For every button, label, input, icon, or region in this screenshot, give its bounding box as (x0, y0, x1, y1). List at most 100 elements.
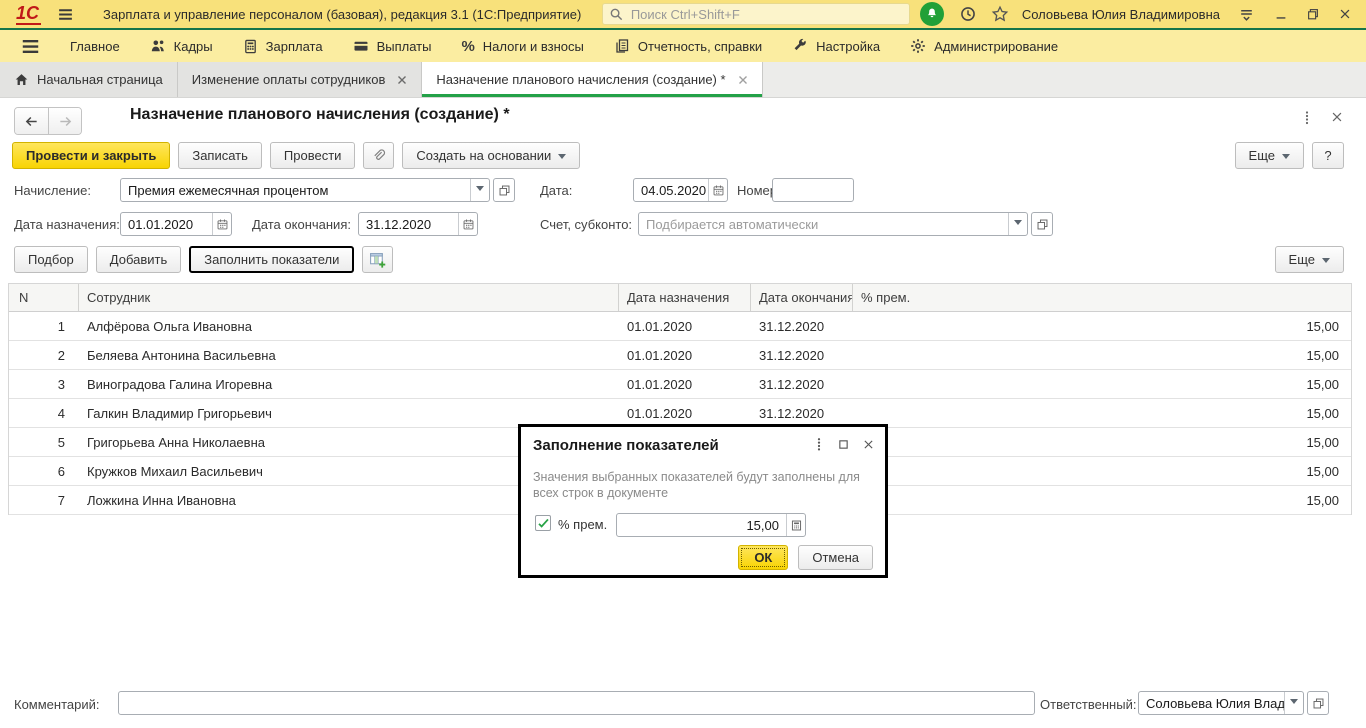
responsible-open-icon[interactable] (1307, 691, 1329, 715)
comment-input[interactable] (118, 691, 1035, 715)
document-title: Назначение планового начисления (создани… (130, 106, 510, 124)
cancel-button[interactable]: Отмена (798, 545, 873, 570)
menu-item-nastroika[interactable]: Настройка (777, 30, 895, 62)
card-icon (353, 38, 369, 54)
reports-icon (614, 38, 630, 54)
paperclip-icon (371, 148, 386, 163)
col-header-n: N (9, 284, 79, 311)
checkmark-icon (537, 517, 550, 530)
global-search[interactable] (602, 3, 910, 25)
chevron-down-icon[interactable] (470, 179, 489, 201)
save-button[interactable]: Записать (178, 142, 262, 169)
chevron-down-icon (1322, 258, 1330, 267)
responsible-label: Ответственный: (1040, 697, 1136, 712)
table-row[interactable]: 2 Беляева Антонина Васильевна 01.01.2020… (9, 341, 1351, 370)
title-bar: 1С Зарплата и управление персоналом (баз… (0, 0, 1366, 30)
ok-button[interactable]: ОК (738, 545, 788, 570)
history-icon[interactable] (956, 2, 980, 26)
menu-item-otchetnost[interactable]: Отчетность, справки (599, 30, 777, 62)
number-input[interactable] (772, 178, 854, 202)
percent-icon: % (461, 38, 474, 55)
date-input[interactable]: 04.05.2020 (633, 178, 728, 202)
tab-naznachenie-nachisleniya[interactable]: Назначение планового начисления (создани… (422, 62, 762, 97)
wrench-icon (792, 38, 808, 54)
current-user[interactable]: Соловьева Юлия Владимировна (1022, 7, 1220, 22)
table-toolbar: Подбор Добавить Заполнить показатели (14, 246, 393, 273)
dialog-kebab-icon[interactable] (813, 437, 825, 452)
menu-item-zarplata[interactable]: Зарплата (228, 30, 338, 62)
tab-home[interactable]: Начальная страница (0, 62, 178, 97)
calendar-icon[interactable] (708, 179, 727, 201)
post-and-close-button[interactable]: Провести и закрыть (12, 142, 170, 169)
system-menu-icon[interactable] (53, 2, 77, 26)
start-date-input[interactable]: 01.01.2020 (120, 212, 232, 236)
post-button[interactable]: Провести (270, 142, 356, 169)
create-based-on-button[interactable]: Создать на основании (402, 142, 580, 169)
minimize-button[interactable] (1270, 3, 1292, 25)
command-bar: Провести и закрыть Записать Провести Соз… (12, 142, 580, 169)
dialog-message: Значения выбранных показателей будут зап… (533, 469, 881, 501)
menu-item-glavnoe[interactable]: Главное (55, 30, 135, 62)
calendar-icon[interactable] (212, 213, 231, 235)
menu-item-vyplaty[interactable]: Выплаты (338, 30, 447, 62)
forward-button[interactable] (48, 108, 81, 134)
table-row[interactable]: 1 Алфёрова Ольга Ивановна 01.01.2020 31.… (9, 312, 1351, 341)
accrual-label: Начисление: (14, 183, 91, 198)
home-icon (14, 72, 29, 87)
attachments-button[interactable] (363, 142, 394, 169)
command-bar-right: Еще ? (1235, 142, 1344, 169)
calculator-small-icon[interactable] (786, 514, 805, 536)
fill-indicators-button[interactable]: Заполнить показатели (189, 246, 354, 273)
application-window: 1С Зарплата и управление персоналом (баз… (0, 0, 1366, 728)
chevron-down-icon[interactable] (1284, 692, 1303, 714)
collapse-panel-icon[interactable] (1234, 2, 1258, 26)
fill-indicators-dialog: Заполнение показателей Значения выбранны… (518, 424, 888, 578)
search-input[interactable] (629, 6, 903, 23)
close-window-button[interactable] (1334, 3, 1356, 25)
start-date-label: Дата назначения: (14, 217, 120, 232)
accrual-combo[interactable]: Премия ежемесячная процентом (120, 178, 490, 202)
col-header-pct: % прем. (853, 284, 1351, 311)
close-tab-icon[interactable] (738, 75, 748, 85)
tab-izmenenie-oplaty[interactable]: Изменение оплаты сотрудников (178, 62, 423, 97)
back-button[interactable] (15, 108, 48, 134)
form-more-button[interactable]: Еще (1235, 142, 1304, 169)
account-open-icon[interactable] (1031, 212, 1053, 236)
favorites-star-icon[interactable] (988, 2, 1012, 26)
dialog-maximize-icon[interactable] (837, 438, 850, 451)
pick-button[interactable]: Подбор (14, 246, 88, 273)
chevron-down-icon[interactable] (1008, 213, 1027, 235)
main-menu-button[interactable] (6, 30, 55, 62)
table-more-button[interactable]: Еще (1275, 246, 1344, 273)
end-date-input[interactable]: 31.12.2020 (358, 212, 478, 236)
pct-checkbox[interactable] (535, 515, 551, 531)
restore-window-button[interactable] (1302, 3, 1324, 25)
end-date-label: Дата окончания: (252, 217, 351, 232)
date-label: Дата: (540, 183, 572, 198)
search-icon (609, 7, 624, 22)
form-more-kebab-icon[interactable] (1300, 110, 1314, 126)
pct-value-input[interactable]: 15,00 (616, 513, 806, 537)
dialog-close-icon[interactable] (862, 438, 875, 451)
pct-field-label: % прем. (558, 517, 607, 532)
help-button[interactable]: ? (1312, 142, 1344, 169)
table-row[interactable]: 3 Виноградова Галина Игоревна 01.01.2020… (9, 370, 1351, 399)
app-title: Зарплата и управление персоналом (базова… (103, 7, 581, 22)
open-windows-tab-bar: Начальная страница Изменение оплаты сотр… (0, 62, 1366, 98)
accrual-open-icon[interactable] (493, 178, 515, 202)
account-combo[interactable]: Подбирается автоматически (638, 212, 1028, 236)
notifications-bell-icon[interactable] (920, 2, 944, 26)
menu-item-kadry[interactable]: Кадры (135, 30, 228, 62)
gear-icon (910, 38, 926, 54)
menu-item-administrirovanie[interactable]: Администрирование (895, 30, 1073, 62)
menu-item-nalogi[interactable]: % Налоги и взносы (446, 30, 598, 62)
close-form-icon[interactable] (1330, 110, 1344, 124)
add-column-values-button[interactable] (362, 246, 393, 273)
responsible-combo[interactable]: Соловьева Юлия Владим (1138, 691, 1304, 715)
add-row-button[interactable]: Добавить (96, 246, 181, 273)
col-header-end: Дата окончания (751, 284, 853, 311)
table-plus-icon (369, 251, 386, 268)
account-label: Счет, субконто: (540, 217, 632, 232)
close-tab-icon[interactable] (397, 75, 407, 85)
calendar-icon[interactable] (458, 213, 477, 235)
